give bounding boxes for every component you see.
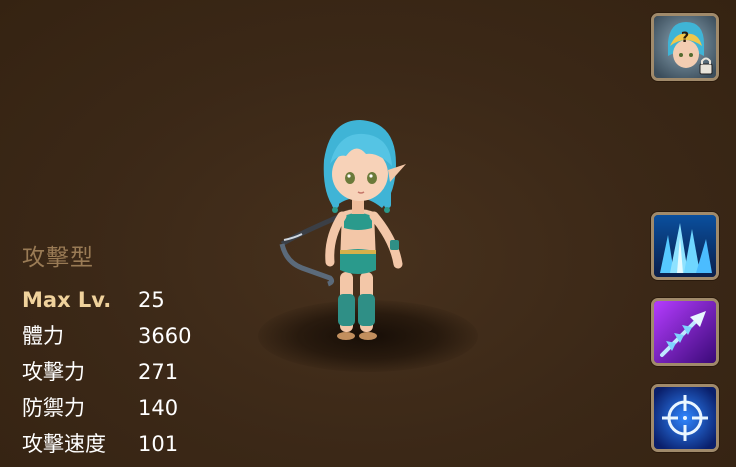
question-mark-icon: ? (681, 30, 689, 46)
skill-3-button[interactable] (651, 384, 719, 452)
hero-type-label: 攻擊型 (22, 245, 94, 271)
stat-value: 140 (138, 396, 179, 420)
stat-label: Max Lv. (22, 288, 112, 312)
skill-2-button[interactable] (651, 298, 719, 366)
hero-detail-screen: 攻擊型 Max Lv. 25 體力 3660 攻擊力 271 防禦力 140 攻… (0, 0, 736, 467)
stat-row-attack-speed: 攻擊速度 101 (22, 426, 252, 462)
hero-character-model[interactable] (272, 112, 422, 347)
skill-1-button[interactable] (651, 212, 719, 280)
stat-row-hp: 體力 3660 (22, 318, 252, 354)
stat-label: 防禦力 (22, 396, 85, 420)
stat-label: 體力 (22, 324, 64, 348)
crosshair-target-icon (654, 387, 716, 449)
stat-label: 攻擊力 (22, 360, 85, 384)
locked-hero-portrait-icon: ? (654, 16, 716, 78)
hero-stats-panel: 攻擊型 Max Lv. 25 體力 3660 攻擊力 271 防禦力 140 攻… (22, 240, 252, 462)
stat-row-attack: 攻擊力 271 (22, 354, 252, 390)
stat-value: 25 (138, 288, 165, 312)
stat-value: 3660 (138, 324, 192, 348)
piercing-arrow-icon (654, 301, 716, 363)
stat-row-defense: 防禦力 140 (22, 390, 252, 426)
ice-spikes-icon (654, 215, 716, 277)
stat-value: 271 (138, 360, 179, 384)
locked-hero-portrait-button[interactable]: ? (651, 13, 719, 81)
stat-label: 攻擊速度 (22, 432, 106, 456)
stat-row-max-level: Max Lv. 25 (22, 282, 252, 318)
stat-value: 101 (138, 432, 179, 456)
archer-character-icon (279, 120, 406, 340)
